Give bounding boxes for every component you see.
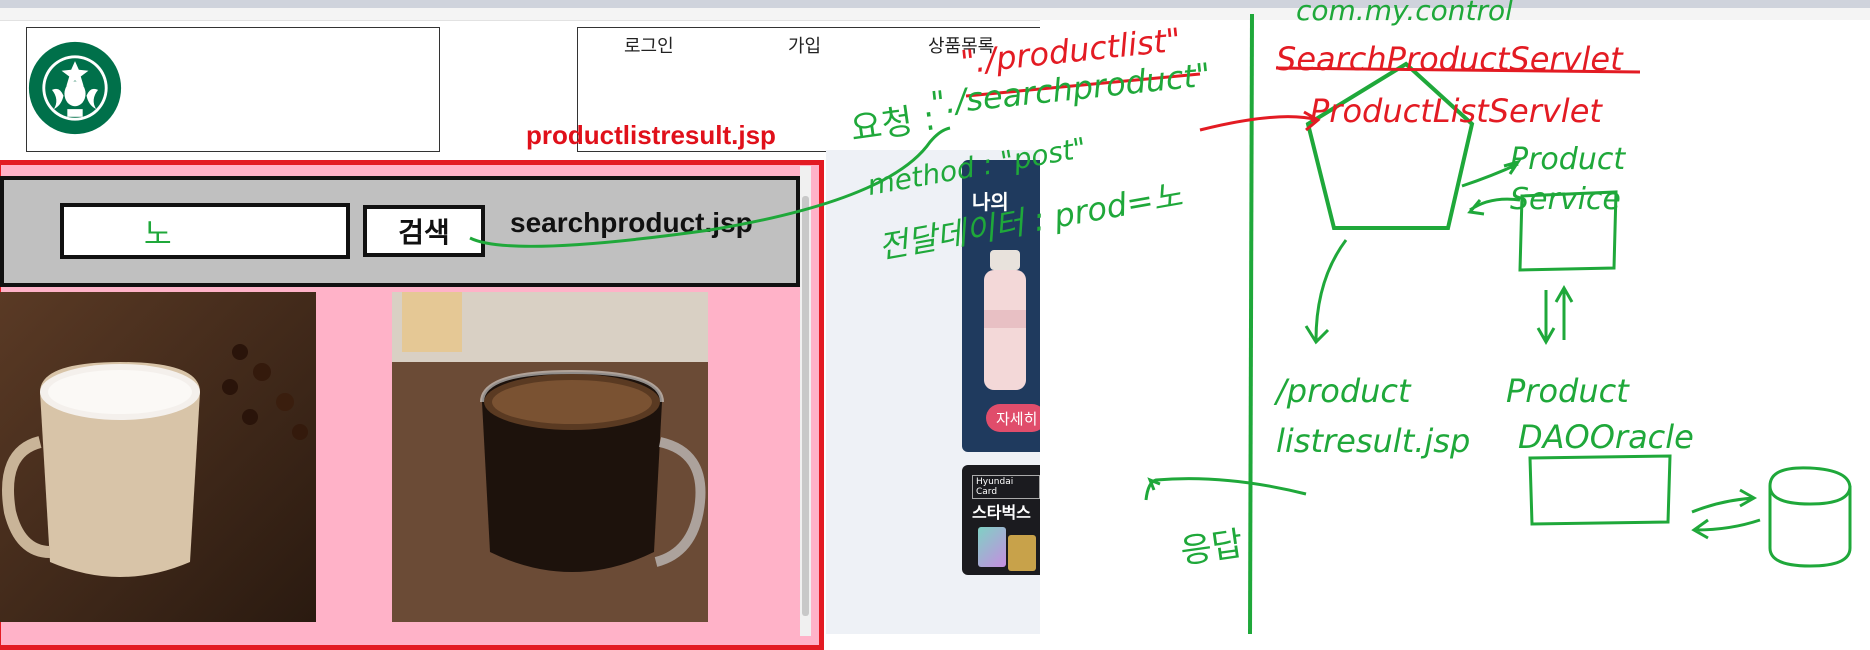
- browser-top-bar: [0, 0, 1870, 8]
- logo-container: [26, 27, 440, 152]
- search-jsp-label: searchproduct.jsp: [510, 207, 753, 238]
- panel-scrollbar[interactable]: [800, 166, 811, 636]
- tumbler-icon: [984, 250, 1026, 390]
- arrow-servlet-to-jsp: [1304, 239, 1348, 345]
- scrollbar-thumb[interactable]: [802, 196, 809, 616]
- annotation-dao-line2: DAOOracle: [1518, 418, 1694, 456]
- card-image-icon: [978, 527, 1006, 567]
- result-file-label: productlistresult.jsp: [526, 120, 776, 150]
- annotation-view-jsp-line2: listresult.jsp: [1276, 422, 1471, 460]
- banner-detail-button[interactable]: 자세히: [986, 404, 1046, 432]
- product-image-americano[interactable]: [392, 292, 708, 622]
- arrow-service-to-dao: [1536, 290, 1556, 346]
- dao-box-icon: [1528, 454, 1672, 526]
- starbucks-logo-icon[interactable]: [27, 40, 123, 136]
- annotation-view-jsp-line1: /product: [1276, 372, 1411, 410]
- annotation-service: Product Service: [1510, 142, 1626, 217]
- annotation-servlet-new: ProductListServlet: [1310, 92, 1602, 130]
- nav-login-link[interactable]: 로그인: [624, 32, 674, 58]
- database-cylinder-icon: [1768, 466, 1852, 568]
- nav-signup-link[interactable]: 가입: [788, 32, 821, 58]
- arrow-dao-to-db: [1691, 488, 1758, 514]
- search-input[interactable]: 노: [60, 203, 350, 259]
- side-banner-card[interactable]: Hyundai Card 스타벅스: [962, 465, 1040, 575]
- annotation-package: com.my.control: [1296, 0, 1513, 27]
- servlet-pentagon-icon: [1305, 61, 1475, 230]
- divider-line: [1248, 13, 1254, 634]
- annotation-servlet-old: SearchProductServlet: [1276, 40, 1623, 78]
- arrow-response: [1144, 477, 1307, 501]
- card-banner-text: 스타벅스: [972, 503, 1031, 522]
- card-image-icon: [1008, 535, 1036, 571]
- arrow-request-to-servlet: [1199, 110, 1321, 132]
- search-input-value: 노: [144, 217, 172, 252]
- annotation-dao-line1: Product: [1506, 372, 1629, 410]
- card-brand-label: Hyundai Card: [972, 475, 1040, 499]
- product-image-latte[interactable]: [0, 292, 316, 622]
- page-top-strip: [0, 8, 1040, 21]
- annotation-response: 응답: [1178, 523, 1246, 573]
- search-button[interactable]: 검색: [363, 205, 485, 257]
